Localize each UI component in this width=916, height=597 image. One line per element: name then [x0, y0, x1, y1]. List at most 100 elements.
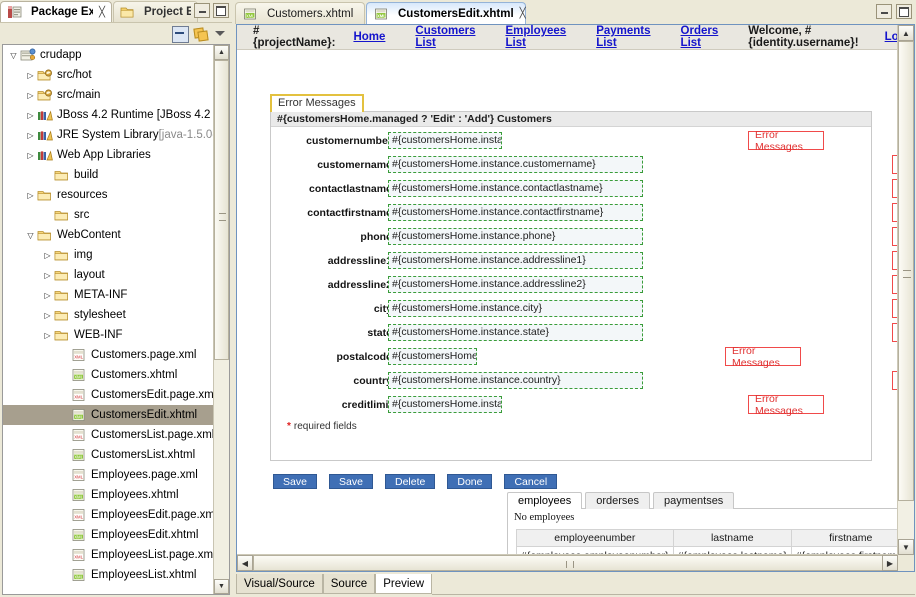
scroll-down-icon[interactable]: ▼	[214, 579, 229, 594]
tree-item-customerslist-page-xml[interactable]: XMLCustomersList.page.xml	[3, 425, 214, 445]
scroll-thumb[interactable]	[898, 41, 914, 501]
tree-item-img[interactable]: img	[3, 245, 214, 265]
tree-item-customerslist-xhtml[interactable]: XMLCustomersList.xhtml	[3, 445, 214, 465]
tree-item-jre-system-library[interactable]: JRE System Library [java-1.5.0-su	[3, 125, 214, 145]
form-button-cancel-4[interactable]: Cancel	[504, 474, 557, 489]
xml-file-icon: XML	[71, 428, 88, 442]
form-button-save-1[interactable]: Save	[329, 474, 373, 489]
field-input-contactlastname[interactable]: #{customersHome.instance.contactlastname…	[388, 180, 643, 197]
expand-arrow-closed-icon[interactable]	[41, 331, 54, 340]
tree-item-web-app-libraries[interactable]: Web App Libraries	[3, 145, 214, 165]
expand-arrow-open-icon[interactable]	[24, 231, 37, 240]
tree-item-crudapp[interactable]: crudapp	[3, 45, 214, 65]
tree-item-build[interactable]: build	[3, 165, 214, 185]
field-input-postalcode[interactable]: #{customersHome.i	[388, 348, 477, 365]
tree-item-employees-page-xml[interactable]: XMLEmployees.page.xml	[3, 465, 214, 485]
field-input-customername[interactable]: #{customersHome.instance.customername}	[388, 156, 643, 173]
tree-item-src-main[interactable]: src/main	[3, 85, 214, 105]
expand-arrow-closed-icon[interactable]	[41, 271, 54, 280]
expand-arrow-closed-icon[interactable]	[41, 311, 54, 320]
nav-link-orders-list[interactable]: Orders List	[681, 25, 719, 49]
tree-item-stylesheet[interactable]: stylesheet	[3, 305, 214, 325]
tree-item-employeeslist-page-xml[interactable]: XMLEmployeesList.page.xml	[3, 545, 214, 565]
editor-mode-tab-visual-source[interactable]: Visual/Source	[236, 574, 323, 594]
expand-arrow-closed-icon[interactable]	[24, 71, 37, 80]
nav-link-home[interactable]: Home	[353, 31, 385, 43]
tree-item-src-hot[interactable]: src/hot	[3, 65, 214, 85]
collapse-all-icon[interactable]	[172, 26, 189, 43]
tree-item-jboss-4-2-runtime-jboss-4-2-runt[interactable]: JBoss 4.2 Runtime [JBoss 4.2 Runt	[3, 105, 214, 125]
field-label-customername: customername*	[286, 159, 399, 171]
tree-item-src[interactable]: src	[3, 205, 214, 225]
maximize-button[interactable]	[896, 4, 912, 19]
maximize-button[interactable]	[213, 3, 229, 18]
tree-item-webcontent[interactable]: WebContent	[3, 225, 214, 245]
nav-link-login[interactable]: Login	[885, 31, 898, 43]
editor-tab-customers-xhtml[interactable]: XML Customers.xhtml	[235, 2, 365, 24]
form-button-done-3[interactable]: Done	[447, 474, 492, 489]
field-input-customernumber[interactable]: #{customersHome.instanc	[388, 132, 502, 149]
view-menu-icon[interactable]	[214, 27, 227, 40]
field-input-addressline1[interactable]: #{customersHome.instance.addressline1}	[388, 252, 643, 269]
tree-item-label: EmployeesEdit.page.xml	[91, 509, 214, 521]
detail-tab-employees[interactable]: employees	[507, 492, 582, 509]
minimize-button[interactable]	[876, 4, 892, 19]
editor-mode-tab-preview[interactable]: Preview	[375, 574, 432, 594]
scroll-left-icon[interactable]: ◀	[237, 555, 253, 571]
tree-list[interactable]: crudappsrc/hotsrc/mainJBoss 4.2 Runtime …	[3, 45, 214, 594]
expand-arrow-open-icon[interactable]	[7, 51, 20, 60]
detail-tab-paymentses[interactable]: paymentses	[653, 492, 734, 509]
tab-project-explorer[interactable]: Project Expl	[113, 1, 198, 22]
minimize-button[interactable]	[194, 3, 210, 18]
tree-item-layout[interactable]: layout	[3, 265, 214, 285]
nav-link-payments-list[interactable]: Payments List	[596, 25, 650, 49]
scroll-up-icon[interactable]: ▲	[214, 45, 229, 60]
editor-tab-customersedit-xhtml[interactable]: XML CustomersEdit.xhtml ╳	[366, 2, 526, 24]
tree-item-employeesedit-page-xml[interactable]: XMLEmployeesEdit.page.xml	[3, 505, 214, 525]
form-button-save-0[interactable]: Save	[273, 474, 317, 489]
tree-item-employees-xhtml[interactable]: XMLEmployees.xhtml	[3, 485, 214, 505]
tab-package-explorer[interactable]: Package Ex ╳	[0, 1, 112, 22]
form-button-delete-2[interactable]: Delete	[385, 474, 435, 489]
expand-arrow-closed-icon[interactable]	[24, 151, 37, 160]
customers-form: #{customersHome.managed ? 'Edit' : 'Add'…	[270, 111, 872, 461]
nav-link-employees-list[interactable]: Employees List	[505, 25, 566, 49]
field-input-country[interactable]: #{customersHome.instance.country}	[388, 372, 643, 389]
field-input-creditlimit[interactable]: #{customersHome.instanc	[388, 396, 502, 413]
editor-horizontal-scrollbar[interactable]: ◀ ▶	[237, 554, 898, 571]
field-input-phone[interactable]: #{customersHome.instance.phone}	[388, 228, 643, 245]
tree-item-customersedit-xhtml[interactable]: XMLCustomersEdit.xhtml	[3, 405, 214, 425]
expand-arrow-closed-icon[interactable]	[24, 191, 37, 200]
scroll-right-icon[interactable]: ▶	[882, 555, 898, 571]
scroll-thumb[interactable]	[253, 555, 883, 571]
tree-item-customers-page-xml[interactable]: XMLCustomers.page.xml	[3, 345, 214, 365]
tree-item-employeesedit-xhtml[interactable]: XMLEmployeesEdit.xhtml	[3, 525, 214, 545]
field-input-city[interactable]: #{customersHome.instance.city}	[388, 300, 643, 317]
tree-item-resources[interactable]: resources	[3, 185, 214, 205]
tree-item-customers-xhtml[interactable]: XMLCustomers.xhtml	[3, 365, 214, 385]
tree-vertical-scrollbar[interactable]: ▲ ▼	[213, 45, 229, 594]
tree-item-customersedit-page-xml[interactable]: XMLCustomersEdit.page.xml	[3, 385, 214, 405]
field-input-state[interactable]: #{customersHome.instance.state}	[388, 324, 643, 341]
expand-arrow-closed-icon[interactable]	[24, 131, 37, 140]
detail-tab-orderses[interactable]: orderses	[585, 492, 650, 509]
expand-arrow-closed-icon[interactable]	[41, 291, 54, 300]
nav-link-customers-list[interactable]: Customers List	[415, 25, 475, 49]
editor-vertical-scrollbar[interactable]: ▲ ▼	[897, 25, 914, 555]
scroll-thumb[interactable]	[214, 60, 229, 360]
field-input-addressline2[interactable]: #{customersHome.instance.addressline2}	[388, 276, 643, 293]
link-with-editor-icon[interactable]	[193, 26, 208, 41]
field-input-contactfirstname[interactable]: #{customersHome.instance.contactfirstnam…	[388, 204, 643, 221]
expand-arrow-closed-icon[interactable]	[41, 251, 54, 260]
scroll-down-icon[interactable]: ▼	[898, 539, 914, 555]
svg-text:XML: XML	[246, 13, 255, 18]
close-icon[interactable]: ╳	[99, 7, 105, 18]
close-icon[interactable]: ╳	[520, 8, 526, 19]
expand-arrow-closed-icon[interactable]	[24, 91, 37, 100]
editor-mode-tab-source[interactable]: Source	[323, 574, 375, 594]
tree-item-employeeslist-xhtml[interactable]: XMLEmployeesList.xhtml	[3, 565, 214, 585]
expand-arrow-closed-icon[interactable]	[24, 111, 37, 120]
tree-item-web-inf[interactable]: WEB-INF	[3, 325, 214, 345]
tree-item-meta-inf[interactable]: META-INF	[3, 285, 214, 305]
scroll-up-icon[interactable]: ▲	[898, 25, 914, 41]
